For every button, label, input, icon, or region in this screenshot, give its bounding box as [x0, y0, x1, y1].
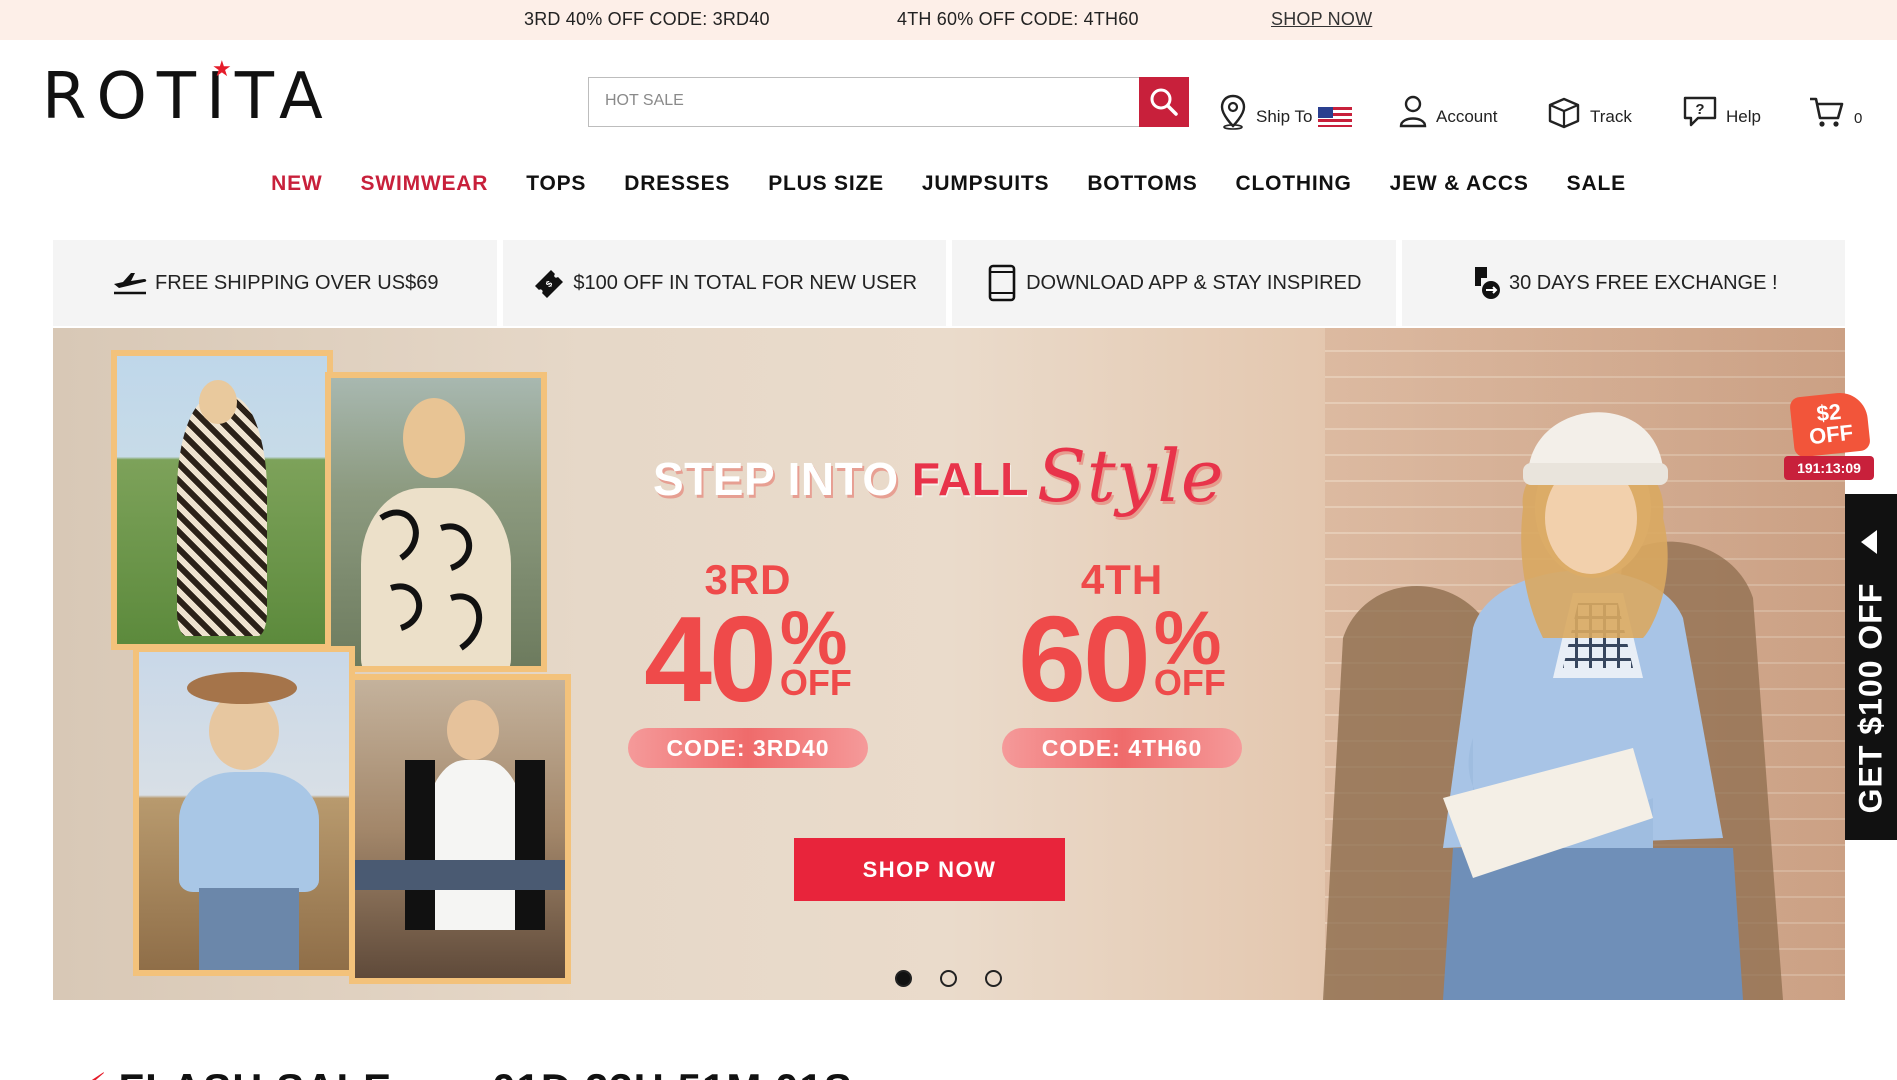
- benefit-download-app[interactable]: DOWNLOAD APP & STAY INSPIRED: [952, 240, 1396, 326]
- banner-headline: STEP INTO FALL Style: [653, 428, 1224, 518]
- us-flag-icon: [1318, 107, 1353, 127]
- track-button[interactable]: Track: [1546, 86, 1632, 130]
- logo-star-icon: ★: [212, 56, 232, 81]
- offer-value: 40: [644, 591, 777, 727]
- offer-3rd: 3RD 40% OFF CODE: 3RD40: [613, 556, 883, 768]
- help-label: Help: [1726, 107, 1761, 126]
- nav-item-jumpsuits[interactable]: JUMPSUITS: [903, 172, 1068, 206]
- benefit-text: FREE SHIPPING OVER US$69: [155, 271, 439, 294]
- nav-item-sale[interactable]: SALE: [1548, 172, 1645, 206]
- headline-part-fall: FALL: [911, 453, 1029, 505]
- promo-offer-2: 4TH 60% OFF CODE: 4TH60: [897, 9, 1139, 29]
- print-pattern: [379, 509, 482, 651]
- triangle-left-icon: [1861, 530, 1877, 554]
- headline-part-style: Style: [1036, 434, 1224, 518]
- user-icon: [1399, 95, 1427, 128]
- nav-item-plus-size[interactable]: PLUS SIZE: [749, 172, 903, 206]
- slider-dot-3[interactable]: [985, 970, 1002, 987]
- flash-sale-countdown: 01D 23H 51M 01S: [492, 1065, 853, 1080]
- help-button[interactable]: ? Help: [1682, 86, 1761, 130]
- collage-photo-print-blouse: [325, 372, 547, 672]
- floating-coupon[interactable]: $2 OFF 191:13:09: [1784, 388, 1874, 484]
- banner-model-image: [1323, 412, 1783, 1000]
- nav-item-tops[interactable]: TOPS: [507, 172, 605, 206]
- search-input[interactable]: [589, 78, 1129, 124]
- nav-item-dresses[interactable]: DRESSES: [605, 172, 749, 206]
- coupon-tag: $2 OFF: [1789, 390, 1871, 458]
- benefit-free-exchange[interactable]: 30 DAYS FREE EXCHANGE !: [1401, 240, 1845, 326]
- ship-to-label: Ship To: [1256, 107, 1313, 126]
- logo-text: ROTITA: [42, 60, 333, 134]
- nav-item-swimwear[interactable]: SWIMWEAR: [342, 172, 508, 206]
- ship-to-button[interactable]: Ship To: [1218, 86, 1353, 130]
- benefit-text: DOWNLOAD APP & STAY INSPIRED: [1026, 271, 1362, 294]
- collage-photo-plaid-dress: [111, 350, 333, 650]
- svg-text:?: ?: [1695, 101, 1704, 118]
- offer-4th: 4TH 60% OFF CODE: 4TH60: [987, 556, 1257, 768]
- plane-icon: [114, 273, 147, 295]
- cart-button[interactable]: 0: [1808, 86, 1862, 130]
- track-label: Track: [1590, 107, 1632, 126]
- promo-shop-now-link[interactable]: SHOP NOW: [1271, 9, 1372, 30]
- help-chat-icon: ?: [1683, 96, 1717, 127]
- flash-sale-heading: ⚡ FLASH SALE 01D 23H 51M 01S: [78, 1064, 853, 1080]
- offer-off-label: OFF: [779, 662, 852, 703]
- banner-shop-now-button[interactable]: SHOP NOW: [794, 838, 1065, 901]
- location-pin-icon: [1220, 94, 1246, 130]
- search-icon: [1150, 88, 1178, 116]
- account-button[interactable]: Account: [1398, 86, 1497, 130]
- promo-offer-1: 3RD 40% OFF CODE: 3RD40: [524, 9, 770, 29]
- coupon-timer: 191:13:09: [1784, 456, 1874, 480]
- main-nav: NEW SWIMWEAR TOPS DRESSES PLUS SIZE JUMP…: [0, 172, 1897, 206]
- offer-value: 60: [1018, 591, 1151, 727]
- collage-photo-cardigan: [349, 674, 571, 984]
- collage-photo-blue-sweater: [133, 646, 355, 976]
- nav-item-clothing[interactable]: CLOTHING: [1217, 172, 1371, 206]
- site-logo[interactable]: ROTITA ★: [42, 56, 348, 134]
- offer-off-label: OFF: [1153, 662, 1226, 703]
- benefits-bar: FREE SHIPPING OVER US$69 $ $100 OFF IN T…: [53, 240, 1845, 326]
- search-button[interactable]: [1139, 77, 1189, 127]
- hero-banner[interactable]: STEP INTO FALL Style 3RD 40% OFF CODE: 3RD…: [53, 328, 1845, 1000]
- flash-sale-title: FLASH SALE: [119, 1065, 393, 1080]
- benefit-text: $100 OFF IN TOTAL FOR NEW USER: [573, 271, 918, 294]
- nav-item-bottoms[interactable]: BOTTOMS: [1068, 172, 1216, 206]
- slider-dots: [53, 970, 1845, 990]
- coupon-off: OFF: [1807, 419, 1855, 450]
- get-100-off-side-tab[interactable]: GET $100 OFF: [1845, 494, 1897, 840]
- exchange-icon: [1474, 267, 1500, 299]
- slider-dot-1[interactable]: [895, 970, 912, 987]
- promo-bar: 3RD 40% OFF CODE: 3RD40 4TH 60% OFF CODE…: [0, 0, 1897, 40]
- cart-count: 0: [1854, 110, 1863, 127]
- ticket-icon: $: [535, 270, 564, 298]
- offer-code: CODE: 4TH60: [1002, 728, 1242, 768]
- nav-item-new[interactable]: NEW: [252, 172, 341, 206]
- benefit-free-shipping[interactable]: FREE SHIPPING OVER US$69: [53, 240, 497, 326]
- slider-dot-2[interactable]: [940, 970, 957, 987]
- nav-item-jew-accs[interactable]: JEW & ACCS: [1371, 172, 1548, 206]
- account-label: Account: [1436, 107, 1498, 126]
- phone-icon: [988, 264, 1016, 302]
- package-icon: [1548, 97, 1580, 129]
- cart-icon: [1810, 97, 1844, 127]
- benefit-new-user[interactable]: $ $100 OFF IN TOTAL FOR NEW USER: [502, 240, 946, 326]
- benefit-text: 30 DAYS FREE EXCHANGE !: [1508, 271, 1778, 294]
- headline-part-a: STEP INTO: [653, 453, 912, 505]
- lightning-icon: ⚡: [78, 1065, 109, 1080]
- search-box: [588, 77, 1140, 127]
- offer-code: CODE: 3RD40: [628, 728, 868, 768]
- side-tab-label: GET $100 OFF: [1852, 582, 1889, 814]
